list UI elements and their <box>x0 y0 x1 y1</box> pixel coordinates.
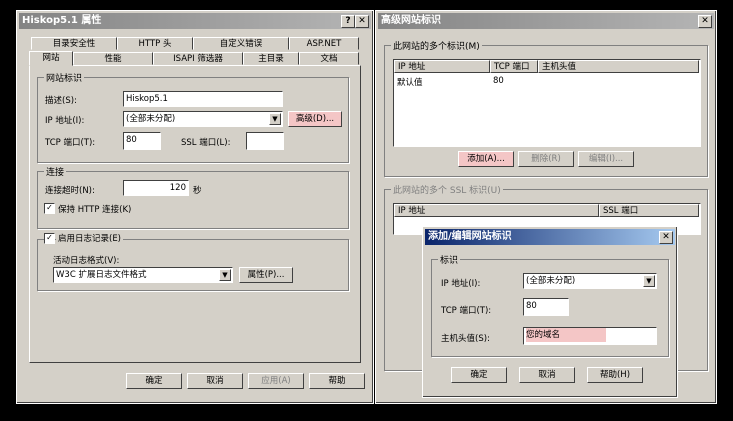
ip-address-label: IP 地址(I): <box>45 116 85 126</box>
log-format-value: W3C 扩展日志文件格式 <box>56 270 147 280</box>
edit-tcp-input[interactable]: 80 <box>523 298 569 316</box>
edit-title: 添加/编辑网站标识 <box>428 231 512 242</box>
column-header-host[interactable]: 主机头值 <box>538 60 699 73</box>
edit-host-label: 主机头值(S): <box>441 334 490 344</box>
ssl-port-input[interactable] <box>246 132 284 150</box>
edit-ip-select[interactable]: (全部未分配) ▼ <box>523 273 657 289</box>
tab-directory-security[interactable]: 目录安全性 <box>31 37 117 50</box>
log-format-select[interactable]: W3C 扩展日志文件格式 ▼ <box>53 267 233 283</box>
edit-host-value: 您的域名 <box>526 328 606 342</box>
advanced-titlebar: 高级网站标识 ✕ <box>378 13 714 29</box>
tab-home-directory[interactable]: 主目录 <box>243 52 299 65</box>
keepalive-label: 保持 HTTP 连接(K) <box>58 205 132 215</box>
keepalive-checkbox[interactable]: ✓ <box>44 203 55 214</box>
log-properties-button[interactable]: 属性(P)... <box>239 267 293 283</box>
row-port-cell: 80 <box>493 76 504 86</box>
connections-group: 连接 <box>37 165 349 229</box>
tab-aspnet[interactable]: ASP.NET <box>289 37 359 50</box>
enable-logging-label: 启用日志记录(E) <box>56 232 124 244</box>
properties-titlebar: Hiskop5.1 属性 ? ✕ <box>19 13 371 29</box>
properties-dialog: Hiskop5.1 属性 ? ✕ 目录安全性 HTTP 头 自定义错误 ASP.… <box>16 10 374 404</box>
seconds-unit-label: 秒 <box>193 186 202 196</box>
description-label: 描述(S): <box>45 96 77 106</box>
tab-website[interactable]: 网站 <box>29 51 73 66</box>
chevron-down-icon[interactable]: ▼ <box>643 275 655 287</box>
column-header-tcp[interactable]: TCP 端口 <box>490 60 538 73</box>
close-icon[interactable]: ✕ <box>698 15 712 28</box>
edit-ip-label: IP 地址(I): <box>441 279 481 289</box>
chevron-down-icon[interactable]: ▼ <box>269 113 281 125</box>
edit-cancel-button[interactable]: 取消 <box>519 367 575 383</box>
identities-list[interactable]: IP 地址 TCP 端口 主机头值 默认值 80 <box>393 59 701 147</box>
edit-help-button[interactable]: 帮助(H) <box>587 367 643 383</box>
advanced-title: 高级网站标识 <box>381 15 441 26</box>
log-format-label: 活动日志格式(V): <box>53 256 120 266</box>
chevron-down-icon[interactable]: ▼ <box>219 269 231 281</box>
tcp-port-input[interactable]: 80 <box>123 132 161 150</box>
apply-button[interactable]: 应用(A) <box>248 373 304 389</box>
enable-logging-checkbox[interactable]: ✓ <box>44 233 55 244</box>
edit-tcp-label: TCP 端口(T): <box>441 306 492 316</box>
table-row[interactable]: 默认值 80 <box>394 75 694 88</box>
edit-host-input[interactable]: 您的域名 <box>523 327 657 345</box>
tab-documents[interactable]: 文档 <box>299 52 359 65</box>
ip-address-value: (全部未分配) <box>126 114 176 124</box>
edit-button[interactable]: 编辑(I)... <box>578 151 634 167</box>
help-button[interactable]: 帮助 <box>309 373 365 389</box>
ssl-port-label: SSL 端口(L): <box>181 138 231 148</box>
connection-timeout-value: 120 <box>169 183 186 193</box>
column-header-ip[interactable]: IP 地址 <box>394 60 490 73</box>
description-input[interactable]: Hiskop5.1 <box>123 91 283 107</box>
ssl-identities-label: 此网站的多个 SSL 标识(U) <box>391 183 503 196</box>
ip-address-select[interactable]: (全部未分配) ▼ <box>123 111 283 127</box>
remove-button[interactable]: 删除(R) <box>518 151 574 167</box>
edit-ip-value: (全部未分配) <box>526 276 576 286</box>
edit-identification-dialog: 添加/编辑网站标识 ✕ 标识 IP 地址(I): (全部未分配) ▼ TCP 端… <box>422 226 678 398</box>
tcp-port-label: TCP 端口(T): <box>45 138 96 148</box>
tab-http-headers[interactable]: HTTP 头 <box>117 37 193 50</box>
connection-timeout-label: 连接超时(N): <box>45 186 95 196</box>
connections-label: 连接 <box>44 165 67 178</box>
tab-custom-errors[interactable]: 自定义错误 <box>193 37 289 50</box>
cancel-button[interactable]: 取消 <box>187 373 243 389</box>
identification-label: 标识 <box>438 253 461 266</box>
add-button[interactable]: 添加(A)... <box>458 151 514 167</box>
multiple-identities-label: 此网站的多个标识(M) <box>391 39 482 52</box>
close-icon[interactable]: ✕ <box>355 15 369 28</box>
connection-timeout-input[interactable]: 120 <box>123 180 189 196</box>
tab-performance[interactable]: 性能 <box>73 52 153 65</box>
row-ip-cell: 默认值 <box>397 78 423 88</box>
tab-isapi-filters[interactable]: ISAPI 筛选器 <box>153 52 243 65</box>
properties-title: Hiskop5.1 属性 <box>22 15 102 26</box>
help-question-button[interactable]: ? <box>341 15 355 28</box>
edit-titlebar: 添加/编辑网站标识 ✕ <box>425 229 675 245</box>
advanced-button[interactable]: 高级(D)... <box>288 111 342 127</box>
ok-button[interactable]: 确定 <box>126 373 182 389</box>
close-icon[interactable]: ✕ <box>659 231 673 244</box>
site-identification-label: 网站标识 <box>44 71 85 84</box>
ssl-column-header-port[interactable]: SSL 端口 <box>599 204 699 217</box>
edit-ok-button[interactable]: 确定 <box>451 367 507 383</box>
ssl-column-header-ip[interactable]: IP 地址 <box>394 204 599 217</box>
